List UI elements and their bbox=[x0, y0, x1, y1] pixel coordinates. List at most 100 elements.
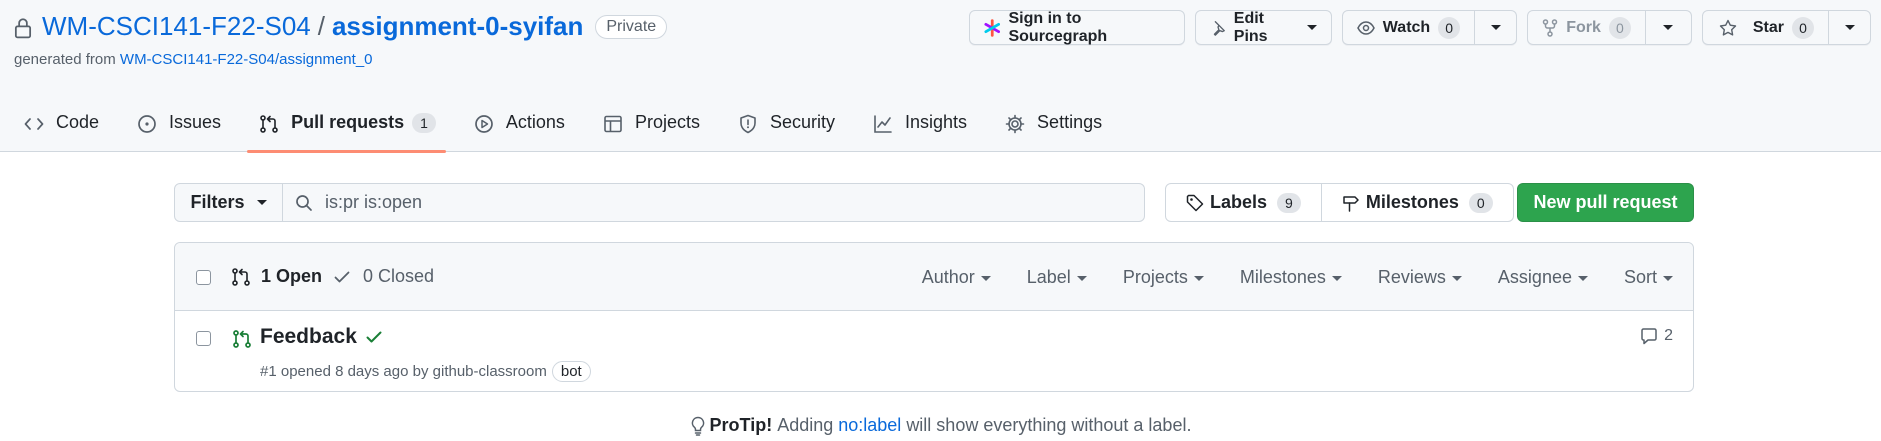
check-passed-icon[interactable] bbox=[365, 328, 383, 346]
tab-insights-label: Insights bbox=[905, 112, 968, 132]
play-icon bbox=[475, 115, 493, 133]
milestones-label: Milestones bbox=[1365, 192, 1459, 212]
author-filter-label: Author bbox=[921, 267, 975, 287]
chevron-down-icon bbox=[980, 276, 991, 281]
pull-request-title: Feedback bbox=[260, 325, 357, 348]
pull-request-meta-text: #1 opened 8 days ago by github-classroom bbox=[260, 363, 547, 380]
generated-from-note: generated from WM-CSCI141-F22-S04/assign… bbox=[14, 51, 373, 68]
tab-projects-label: Projects bbox=[634, 112, 700, 132]
repo-title: WM-CSCI141-F22-S04 / assignment-0-syifan… bbox=[14, 11, 668, 42]
label-filter[interactable]: Label bbox=[1027, 267, 1087, 288]
bot-badge: bot bbox=[551, 361, 591, 382]
labels-milestones-group: Labels 9 Milestones 0 bbox=[1165, 183, 1514, 222]
check-icon bbox=[334, 271, 350, 282]
pin-icon bbox=[1213, 20, 1225, 36]
star-icon bbox=[1719, 19, 1737, 36]
fork-label: Fork bbox=[1566, 18, 1601, 36]
tab-code-label: Code bbox=[56, 112, 100, 132]
new-pull-request-button[interactable]: New pull request bbox=[1517, 183, 1694, 222]
watch-button[interactable]: Watch 0 bbox=[1341, 10, 1476, 45]
labels-label: Labels bbox=[1210, 192, 1268, 212]
milestones-button[interactable]: Milestones 0 bbox=[1321, 183, 1514, 222]
light-bulb-icon bbox=[691, 416, 704, 436]
filters-dropdown-button[interactable]: Filters bbox=[174, 183, 283, 222]
chevron-down-icon bbox=[256, 200, 267, 205]
repo-name-link[interactable]: assignment-0-syifan bbox=[332, 11, 583, 42]
tag-icon bbox=[1186, 194, 1204, 211]
table-icon bbox=[604, 115, 622, 133]
select-all-checkbox[interactable] bbox=[196, 270, 211, 285]
author-filter[interactable]: Author bbox=[922, 267, 991, 288]
sort-filter-label: Sort bbox=[1623, 267, 1657, 287]
sourcegraph-icon bbox=[984, 18, 1001, 37]
milestone-icon bbox=[1343, 195, 1359, 212]
repo-actions: Sign in to Sourcegraph Edit Pins Watch 0 bbox=[969, 10, 1881, 45]
assignee-filter[interactable]: Assignee bbox=[1498, 267, 1588, 288]
sourcegraph-button[interactable]: Sign in to Sourcegraph bbox=[969, 10, 1185, 45]
closed-filter-link[interactable]: 0 Closed bbox=[333, 266, 434, 287]
chevron-down-icon bbox=[1451, 276, 1462, 281]
watch-label: Watch bbox=[1382, 18, 1431, 36]
protip-text-after: will show everything without a label. bbox=[906, 415, 1192, 435]
reviews-filter-label: Reviews bbox=[1377, 267, 1446, 287]
list-filter-menus: Author Label Projects Milestones Reviews… bbox=[886, 267, 1673, 288]
labels-count: 9 bbox=[1277, 192, 1301, 213]
closed-count-label: 0 Closed bbox=[363, 266, 435, 286]
pull-request-title-link[interactable]: Feedback bbox=[260, 325, 383, 349]
tab-settings-label: Settings bbox=[1037, 112, 1103, 132]
edit-pins-button[interactable]: Edit Pins bbox=[1194, 9, 1332, 45]
star-label: Star bbox=[1752, 18, 1784, 36]
protip-no-label-link[interactable]: no:label bbox=[838, 415, 901, 436]
list-header: 1 Open 0 Closed Author Label Projects Mi… bbox=[175, 243, 1693, 311]
chevron-down-icon bbox=[1663, 276, 1673, 281]
assignee-filter-label: Assignee bbox=[1497, 267, 1572, 287]
search-box bbox=[283, 183, 1145, 222]
protip-label: ProTip! bbox=[709, 415, 773, 435]
comment-icon bbox=[1641, 328, 1657, 345]
row-checkbox[interactable] bbox=[196, 331, 211, 346]
watch-count: 0 bbox=[1438, 16, 1461, 39]
eye-icon bbox=[1356, 20, 1375, 35]
filters-label: Filters bbox=[190, 192, 245, 212]
tab-actions[interactable]: Actions bbox=[474, 106, 565, 152]
pull-request-list: 1 Open 0 Closed Author Label Projects Mi… bbox=[174, 242, 1694, 392]
projects-filter-label: Projects bbox=[1122, 267, 1188, 287]
repo-owner-link[interactable]: WM-CSCI141-F22-S04 bbox=[42, 11, 311, 42]
chevron-down-icon bbox=[1663, 25, 1674, 30]
comments-link[interactable]: 2 bbox=[1640, 327, 1673, 345]
tab-pull-requests-label: Pull requests bbox=[291, 112, 405, 132]
tab-security[interactable]: Security bbox=[738, 106, 835, 152]
tab-code[interactable]: Code bbox=[24, 106, 99, 152]
tab-settings[interactable]: Settings bbox=[1005, 106, 1102, 152]
search-input[interactable] bbox=[325, 192, 925, 213]
star-button[interactable]: Star 0 bbox=[1701, 10, 1829, 45]
template-repo-link[interactable]: WM-CSCI141-F22-S04/assignment_0 bbox=[120, 51, 373, 68]
shield-icon bbox=[740, 114, 756, 134]
tab-pull-requests[interactable]: Pull requests 1 bbox=[247, 106, 446, 153]
tab-issues[interactable]: Issues bbox=[137, 106, 221, 152]
star-dropdown-button[interactable] bbox=[1829, 10, 1871, 45]
sourcegraph-button-label: Sign in to Sourcegraph bbox=[1008, 9, 1108, 45]
fork-button[interactable]: Fork 0 bbox=[1527, 10, 1646, 45]
protip: ProTip! Adding no:label will show everyt… bbox=[0, 415, 1881, 436]
edit-pins-label: Edit Pins bbox=[1233, 9, 1268, 45]
code-icon bbox=[24, 118, 44, 130]
gear-icon bbox=[1005, 114, 1025, 134]
visibility-badge: Private bbox=[595, 14, 668, 39]
milestones-filter[interactable]: Milestones bbox=[1240, 267, 1342, 288]
open-filter-link[interactable]: 1 Open bbox=[231, 266, 322, 287]
reviews-filter[interactable]: Reviews bbox=[1378, 267, 1462, 288]
tab-insights[interactable]: Insights bbox=[873, 106, 967, 152]
fork-dropdown-button[interactable] bbox=[1645, 10, 1692, 45]
sort-filter[interactable]: Sort bbox=[1624, 267, 1673, 288]
tab-issues-label: Issues bbox=[169, 112, 222, 132]
watch-dropdown-button[interactable] bbox=[1475, 10, 1518, 45]
chevron-down-icon bbox=[1193, 276, 1204, 281]
protip-text-before: Adding bbox=[777, 415, 834, 435]
label-filter-label: Label bbox=[1026, 267, 1071, 287]
labels-button[interactable]: Labels 9 bbox=[1165, 183, 1322, 222]
projects-filter[interactable]: Projects bbox=[1123, 267, 1204, 288]
git-pull-request-icon bbox=[232, 267, 250, 286]
tab-projects[interactable]: Projects bbox=[603, 106, 700, 152]
chevron-down-icon bbox=[1577, 276, 1588, 281]
